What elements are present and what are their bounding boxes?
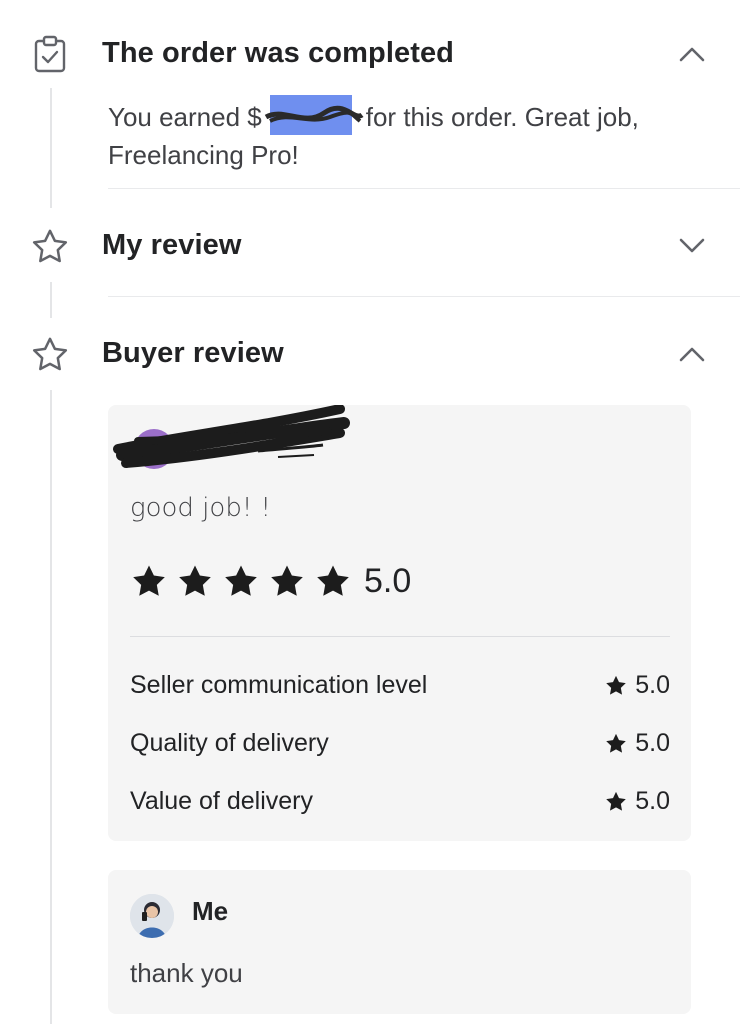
buyer-review-title: Buyer review xyxy=(102,337,284,369)
star-filled-icon xyxy=(176,562,214,600)
timeline-connector xyxy=(50,390,52,1024)
overall-rating: 5.0 xyxy=(130,561,411,601)
criterion-score-value: 5.0 xyxy=(635,670,670,699)
earnings-message: You earned $ for this order. Great job, F… xyxy=(108,95,708,174)
star-outline-icon xyxy=(30,226,70,266)
star-filled-icon xyxy=(606,675,627,695)
seller-reply-card: Me thank you xyxy=(108,870,691,1014)
criterion-label: Seller communication level xyxy=(130,670,428,699)
star-filled-icon xyxy=(268,562,306,600)
order-completed-title: The order was completed xyxy=(102,37,454,69)
reviewer-info-redacted xyxy=(108,405,691,485)
earnings-text-line2: Freelancing Pro! xyxy=(108,140,299,170)
criterion-row: Quality of delivery 5.0 xyxy=(130,725,670,761)
my-review-title[interactable]: My review xyxy=(102,228,242,262)
earnings-text-start: You earned $ xyxy=(108,102,262,132)
redacted-amount xyxy=(264,95,364,135)
section-divider xyxy=(108,296,740,297)
star-filled-icon xyxy=(222,562,260,600)
criterion-row: Value of delivery 5.0 xyxy=(130,783,670,819)
earnings-text-end: for this order. Great job, xyxy=(365,102,639,132)
star-filled-icon xyxy=(606,791,627,811)
reply-text: thank you xyxy=(130,958,243,988)
criterion-score-value: 5.0 xyxy=(635,786,670,815)
reply-author: Me xyxy=(192,896,229,926)
expand-chevron-down-icon[interactable] xyxy=(674,228,710,264)
redaction-scribble xyxy=(113,405,350,468)
criterion-score: 5.0 xyxy=(605,787,670,816)
criterion-score: 5.0 xyxy=(605,671,670,700)
card-divider xyxy=(130,636,670,637)
star-filled-icon xyxy=(314,562,352,600)
star-filled-icon xyxy=(606,733,627,753)
criterion-label: Quality of delivery xyxy=(130,728,329,757)
overall-rating-value: 5.0 xyxy=(364,561,412,600)
clipboard-check-icon xyxy=(30,34,70,74)
timeline-connector xyxy=(50,282,52,318)
star-filled-icon xyxy=(130,562,168,600)
collapse-chevron-up-icon[interactable] xyxy=(674,36,710,72)
criterion-label: Value of delivery xyxy=(130,786,313,815)
section-divider xyxy=(108,188,740,189)
criterion-row: Seller communication level 5.0 xyxy=(130,667,670,703)
collapse-chevron-up-icon[interactable] xyxy=(674,336,710,372)
buyer-review-card: good job! ! 5.0 Seller communication lev… xyxy=(108,405,691,841)
timeline-connector xyxy=(50,88,52,208)
criterion-score-value: 5.0 xyxy=(635,728,670,757)
star-outline-icon xyxy=(30,334,70,374)
avatar[interactable] xyxy=(130,894,174,938)
buyer-review-comment: good job! ! xyxy=(130,493,271,523)
criterion-score: 5.0 xyxy=(605,729,670,758)
